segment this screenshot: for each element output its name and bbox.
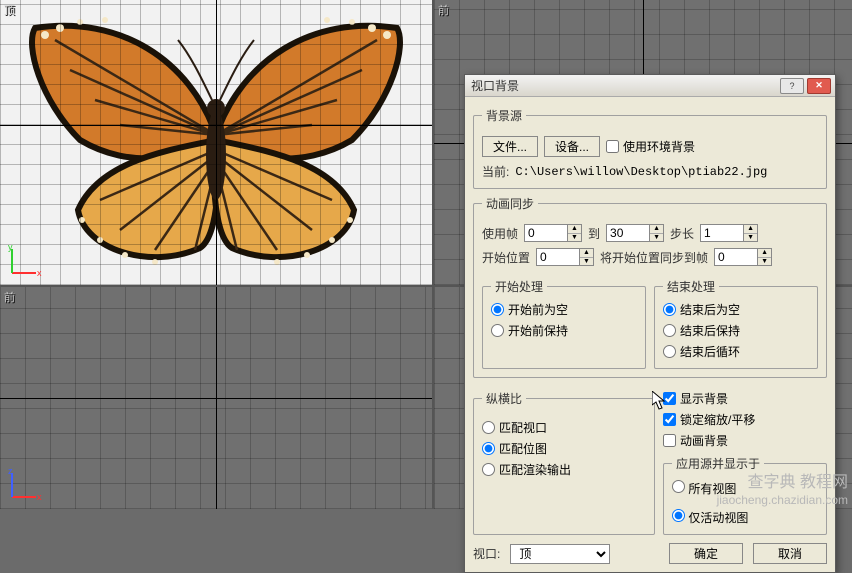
active-view-only-radio[interactable]: 仅活动视图 <box>672 509 748 526</box>
use-frame-field[interactable]: ▲▼ <box>524 224 582 242</box>
cancel-button[interactable]: 取消 <box>753 543 827 564</box>
sync-start-field[interactable]: ▲▼ <box>714 248 772 266</box>
background-source-group: 背景源 文件... 设备... 使用环境背景 当前: C:\Users\will… <box>473 107 827 189</box>
start-pos-input[interactable] <box>536 248 580 266</box>
sync-start-input[interactable] <box>714 248 758 266</box>
spin-down-icon: ▼ <box>650 234 663 242</box>
svg-text:y: y <box>8 243 13 252</box>
start-pos-label: 开始位置 <box>482 249 530 266</box>
lock-zoom-pan-checkbox[interactable]: 锁定缩放/平移 <box>663 411 827 428</box>
to-field[interactable]: ▲▼ <box>606 224 664 242</box>
axis-line <box>216 287 217 509</box>
animation-sync-group: 动画同步 使用帧 ▲▼ 到 ▲▼ 步长 ▲▼ 开始位置 <box>473 195 827 378</box>
ok-button[interactable]: 确定 <box>669 543 743 564</box>
spinner[interactable]: ▲▼ <box>580 248 594 266</box>
use-frame-label: 使用帧 <box>482 225 518 242</box>
to-input[interactable] <box>606 224 650 242</box>
axis-gizmo: x z <box>6 467 42 503</box>
use-env-bg-input[interactable] <box>606 140 619 153</box>
use-env-bg-checkbox[interactable]: 使用环境背景 <box>606 138 695 155</box>
viewport-label: 前 <box>438 2 449 18</box>
spinner[interactable]: ▲▼ <box>758 248 772 266</box>
spin-down-icon: ▼ <box>758 258 771 266</box>
start-before-hold-radio[interactable]: 开始前保持 <box>491 322 637 339</box>
watermark-url: jiaocheng.chazidian.com <box>717 493 848 507</box>
dialog-titlebar[interactable]: 视口背景 ? ✕ <box>465 75 835 97</box>
svg-text:x: x <box>37 268 42 278</box>
use-frame-input[interactable] <box>524 224 568 242</box>
spin-down-icon: ▼ <box>568 234 581 242</box>
start-processing-group: 开始处理 开始前为空 开始前保持 <box>482 278 646 369</box>
group-legend: 开始处理 <box>491 278 547 295</box>
devices-button[interactable]: 设备... <box>544 136 600 157</box>
spinner[interactable]: ▲▼ <box>568 224 582 242</box>
step-field[interactable]: ▲▼ <box>700 224 758 242</box>
end-after-loop-radio[interactable]: 结束后循环 <box>663 343 809 360</box>
spin-down-icon: ▼ <box>580 258 593 266</box>
file-button[interactable]: 文件... <box>482 136 538 157</box>
viewport-front-bl[interactable]: 前 x z <box>0 287 432 509</box>
svg-text:x: x <box>37 492 42 502</box>
start-before-blank-radio[interactable]: 开始前为空 <box>491 301 637 318</box>
spin-up-icon: ▲ <box>650 225 663 234</box>
spin-up-icon: ▲ <box>744 225 757 234</box>
spin-up-icon: ▲ <box>580 249 593 258</box>
axis-line <box>216 0 217 285</box>
to-label: 到 <box>588 225 600 242</box>
step-input[interactable] <box>700 224 744 242</box>
watermark-title: 查字典 教程网 <box>717 473 848 492</box>
spinner[interactable]: ▲▼ <box>744 224 758 242</box>
checkbox-label: 使用环境背景 <box>623 138 695 155</box>
spin-up-icon: ▲ <box>568 225 581 234</box>
spin-up-icon: ▲ <box>758 249 771 258</box>
sync-start-label: 将开始位置同步到帧 <box>600 249 708 266</box>
match-render-radio[interactable]: 匹配渲染输出 <box>482 461 646 478</box>
help-button[interactable]: ? <box>780 78 804 94</box>
current-label: 当前: <box>482 163 509 180</box>
close-button[interactable]: ✕ <box>807 78 831 94</box>
current-path: C:\Users\willow\Desktop\ptiab22.jpg <box>515 165 767 179</box>
viewport-select-label: 视口: <box>473 545 500 562</box>
aspect-ratio-group: 纵横比 匹配视口 匹配位图 匹配渲染输出 <box>473 390 655 535</box>
axis-gizmo: x y <box>6 243 42 279</box>
match-viewport-radio[interactable]: 匹配视口 <box>482 419 646 436</box>
end-processing-group: 结束处理 结束后为空 结束后保持 结束后循环 <box>654 278 818 369</box>
step-label: 步长 <box>670 225 694 242</box>
group-legend: 纵横比 <box>482 390 526 407</box>
match-bitmap-radio[interactable]: 匹配位图 <box>482 440 646 457</box>
viewport-top[interactable]: 顶 <box>0 0 432 285</box>
end-after-hold-radio[interactable]: 结束后保持 <box>663 322 809 339</box>
spin-down-icon: ▼ <box>744 234 757 242</box>
end-after-blank-radio[interactable]: 结束后为空 <box>663 301 809 318</box>
dialog-title: 视口背景 <box>471 77 777 94</box>
viewport-label-top: 顶 <box>4 2 15 18</box>
viewport-label: 前 <box>4 289 15 305</box>
group-legend: 应用源并显示于 <box>672 455 764 472</box>
start-pos-field[interactable]: ▲▼ <box>536 248 594 266</box>
watermark: 查字典 教程网 jiaocheng.chazidian.com <box>717 473 848 507</box>
animate-background-checkbox[interactable]: 动画背景 <box>663 432 827 449</box>
group-legend: 动画同步 <box>482 195 538 212</box>
display-background-checkbox[interactable]: 显示背景 <box>663 390 827 407</box>
svg-text:z: z <box>8 467 13 476</box>
viewport-select[interactable]: 顶 <box>510 544 610 564</box>
spinner[interactable]: ▲▼ <box>650 224 664 242</box>
group-legend: 背景源 <box>482 107 526 124</box>
group-legend: 结束处理 <box>663 278 719 295</box>
